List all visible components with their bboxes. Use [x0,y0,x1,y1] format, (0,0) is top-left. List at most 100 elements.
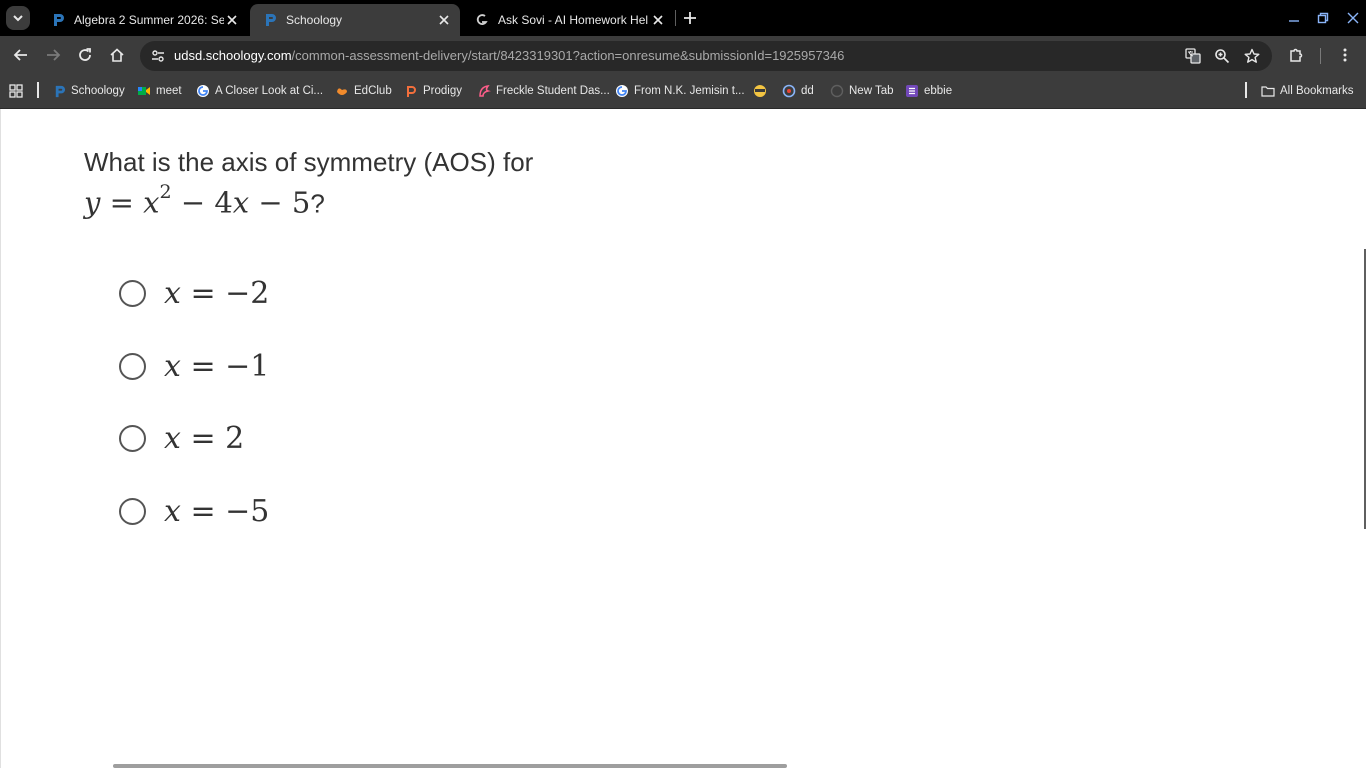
extensions-button[interactable] [1284,43,1308,67]
choice-label: x = 2 [164,420,245,456]
bookmark-prodigy[interactable]: Prodigy [404,80,462,102]
tab-divider [675,10,676,26]
freckle-icon [477,84,491,98]
back-button[interactable] [9,43,33,67]
math-op: − [180,185,206,220]
tab-title: Algebra 2 Summer 2026: Secti [74,13,224,27]
bookmark-freckle[interactable]: Freckle Student Das... [477,80,610,102]
tab-search-button[interactable] [6,6,30,30]
reload-icon [79,48,91,61]
question-equation: y = x2 − 4x − 5? [84,181,325,220]
address-bar[interactable]: udsd.schoology.com/common-assessment-del… [140,41,1272,71]
forms-icon [905,84,919,98]
site-info-button[interactable] [148,46,168,66]
tab-title: Schoology [286,13,343,27]
bookmark-dd[interactable]: dd [782,80,814,102]
chevron-down-icon [13,15,23,22]
all-bookmarks-label: All Bookmarks [1280,85,1354,97]
emoji-icon [753,84,767,98]
forward-button[interactable] [41,43,65,67]
url-text[interactable]: udsd.schoology.com/common-assessment-del… [174,48,844,63]
bookmark-ebbie[interactable]: ebbie [905,80,952,102]
tune-icon [152,50,164,62]
bookmark-label: A Closer Look at Ci... [215,85,324,97]
radio-button[interactable] [119,279,146,307]
tab-ask-sovi[interactable]: Ask Sovi - AI Homework Helper [462,4,674,36]
answer-choice-1[interactable]: x = −2 [119,273,269,313]
back-arrow-icon [13,49,27,61]
prodigy-icon [404,84,418,98]
apps-grid-icon [9,84,23,98]
math-number: 5 [291,185,311,220]
bookmark-meet[interactable]: meet [137,80,182,102]
horizontal-scrollbar[interactable] [113,764,787,768]
radio-button[interactable] [119,497,146,525]
answer-choice-3[interactable]: x = 2 [119,418,244,458]
bookmark-closer-look[interactable]: A Closer Look at Ci... [196,80,323,102]
bookmark-star-button[interactable] [1242,46,1262,66]
math-var: x [143,185,160,220]
plus-icon [684,12,696,24]
url-path: /common-assessment-delivery/start/842331… [291,48,845,63]
restore-button[interactable] [1313,8,1333,28]
all-bookmarks-button[interactable]: All Bookmarks [1261,80,1354,102]
menu-button[interactable] [1333,43,1357,67]
more-vertical-icon [1343,48,1347,62]
bookmark-label: From N.K. Jemisin t... [634,85,745,97]
puzzle-icon [1290,48,1303,62]
math-question-mark: ? [310,188,325,219]
radio-button[interactable] [119,424,146,452]
bookmark-emoji[interactable] [753,80,772,102]
bookmark-new-tab[interactable]: New Tab [830,80,894,102]
forward-arrow-icon [47,49,61,61]
google-icon [615,84,629,98]
reload-button[interactable] [73,43,97,67]
choice-label: x = −5 [164,493,270,529]
newtab-icon [830,84,844,98]
close-icon[interactable] [436,12,452,28]
assessment-page: What is the axis of symmetry (AOS) for y… [0,109,1366,768]
translate-icon [1185,48,1201,64]
new-tab-button[interactable] [680,8,700,28]
choice-label: x = −2 [164,275,270,311]
bookmark-label: meet [156,85,182,97]
home-icon [110,48,124,62]
minimize-button[interactable] [1284,8,1304,28]
zoom-button[interactable] [1212,46,1232,66]
close-icon [1347,12,1359,24]
translate-button[interactable] [1183,46,1203,66]
radio-button[interactable] [119,352,146,380]
close-icon[interactable] [650,12,666,28]
math-op: − [258,185,283,220]
tab-schoology[interactable]: Schoology [250,4,460,36]
close-window-button[interactable] [1343,8,1363,28]
schoology-icon [52,84,66,98]
folder-icon [1261,84,1275,98]
sovi-icon [474,12,490,28]
meet-icon [137,84,151,98]
tab-algebra[interactable]: Algebra 2 Summer 2026: Secti [38,4,248,36]
url-host: udsd.schoology.com [174,48,292,63]
star-icon [1244,48,1260,63]
answer-choice-4[interactable]: x = −5 [119,491,269,531]
bookmark-label: Schoology [71,85,125,97]
math-exponent: 2 [159,181,172,203]
bookmark-label: EdClub [354,85,392,97]
bookmark-edclub[interactable]: EdClub [335,80,392,102]
math-op: = [109,185,134,220]
apps-separator [37,82,39,98]
close-icon[interactable] [224,12,240,28]
google-icon [196,84,210,98]
edclub-icon [335,84,349,98]
home-button[interactable] [105,43,129,67]
math-var: y [84,185,101,220]
toolbar-separator [1320,48,1321,64]
answer-choice-2[interactable]: x = −1 [119,346,269,386]
bookmark-jemisin[interactable]: From N.K. Jemisin t... [615,80,745,102]
apps-button[interactable] [9,80,28,102]
schoology-icon [50,12,66,28]
bookmark-schoology[interactable]: Schoology [52,80,125,102]
question-prompt: What is the axis of symmetry (AOS) for [84,147,534,177]
tab-title: Ask Sovi - AI Homework Helper [498,13,648,27]
bookmark-label: ebbie [924,85,953,97]
